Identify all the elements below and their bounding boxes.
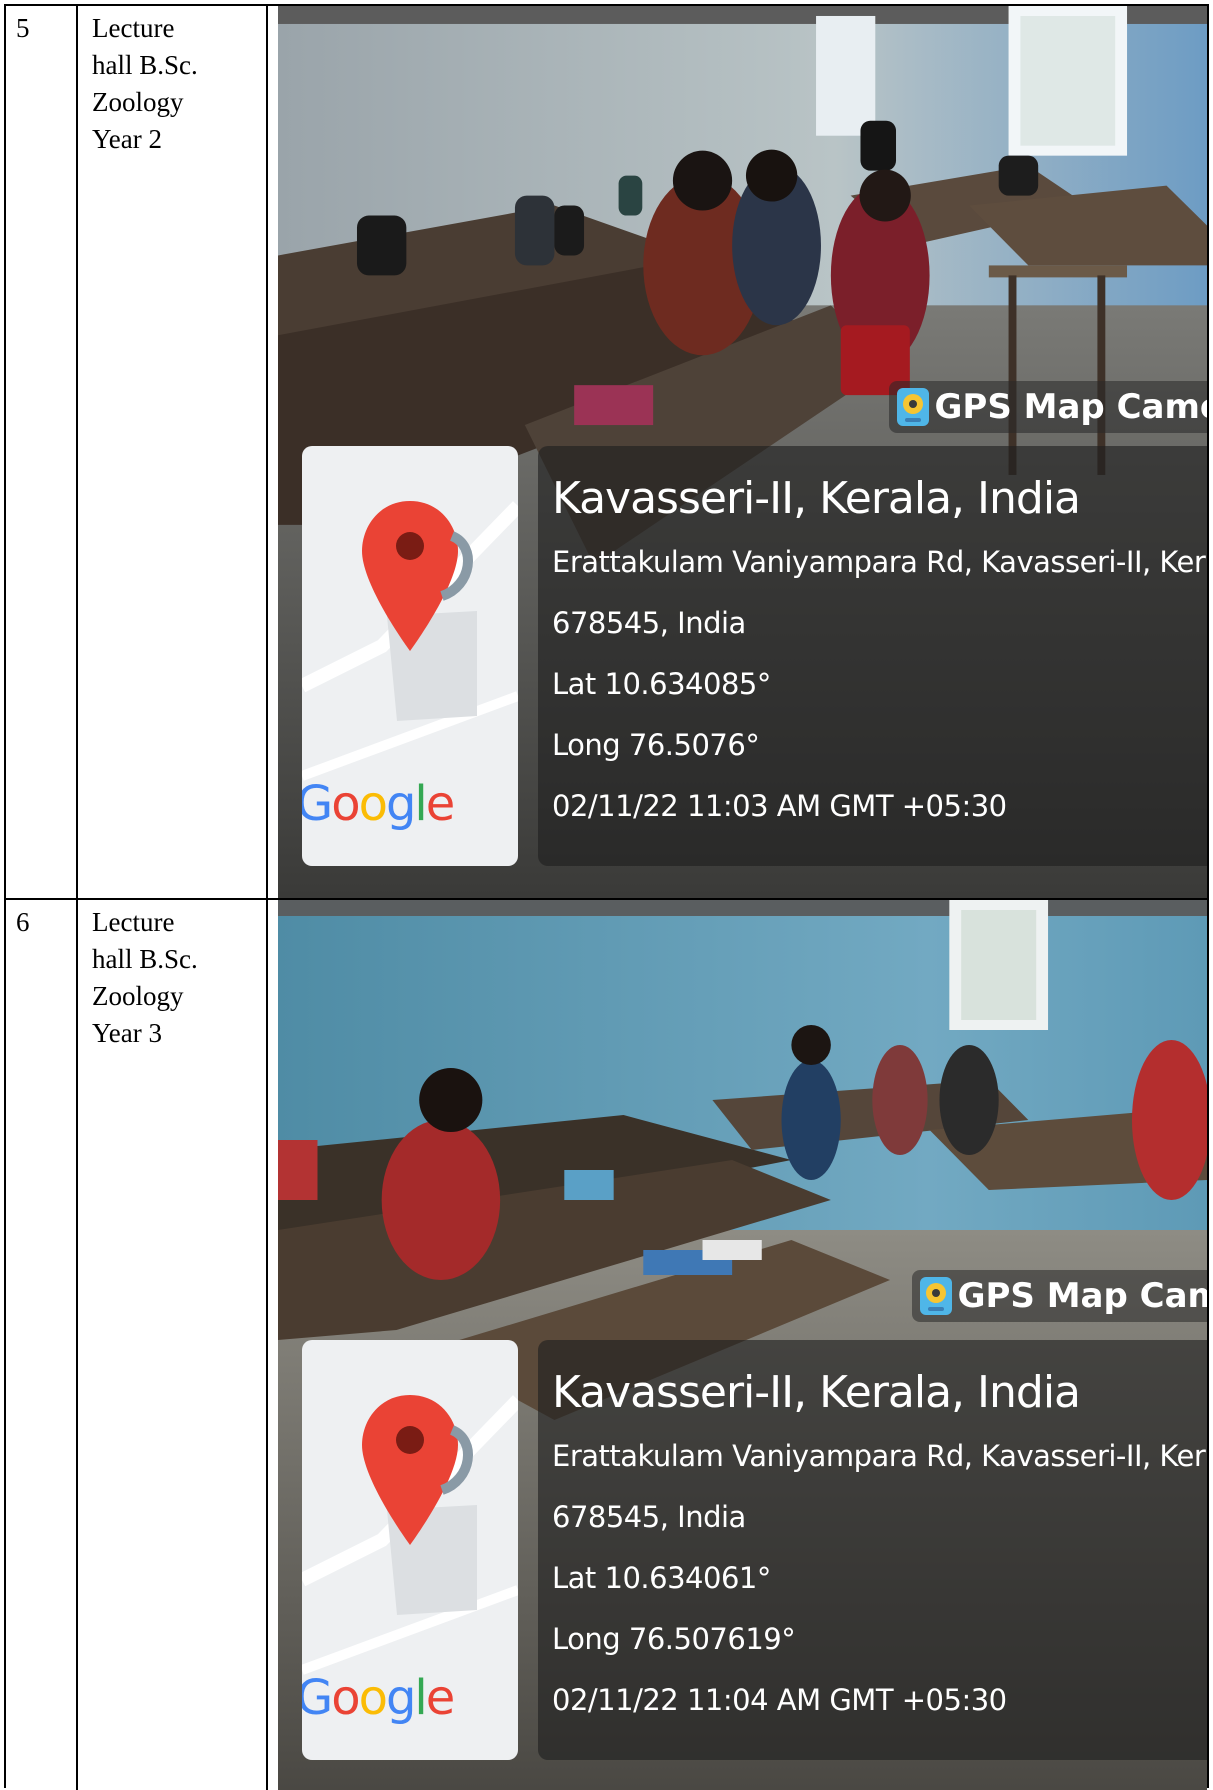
classroom-photo: GPS Map Came Google Kavasseri-II, Kerala… <box>278 6 1207 898</box>
google-logo: Google <box>302 1670 455 1726</box>
table-row: 6 Lecture hall B.Sc. Zoology Year 3 GPS … <box>6 900 1207 1790</box>
description-line: Year 2 <box>92 124 163 154</box>
latitude: Lat 10.634085° <box>552 667 771 701</box>
longitude: Long 76.5076° <box>552 728 760 762</box>
gps-map-camera-icon <box>919 1277 952 1315</box>
row-number: 5 <box>6 6 78 898</box>
address-line: 678545, India <box>552 1500 746 1534</box>
location-title: Kavasseri-II, Kerala, India <box>552 1367 1081 1418</box>
room-description: Lecture hall B.Sc. Zoology Year 3 <box>78 900 268 1790</box>
photo-cell: GPS Map Came Google Kavasseri-II, Kerala… <box>268 6 1207 898</box>
map-thumbnail: Google <box>302 446 518 866</box>
gps-badge-label: GPS Map Cam <box>957 1276 1207 1316</box>
description-line: hall B.Sc. <box>92 944 198 974</box>
description-line: Zoology <box>92 87 184 117</box>
location-info-panel: Kavasseri-II, Kerala, India Erattakulam … <box>538 446 1207 866</box>
gps-map-camera-badge: GPS Map Came <box>888 381 1208 433</box>
address-line: Erattakulam Vaniyampara Rd, Kavasseri-II… <box>552 1439 1207 1473</box>
description-line: Zoology <box>92 981 184 1011</box>
timestamp: 02/11/22 11:04 AM GMT +05:30 <box>552 1683 1007 1717</box>
table-row: 5 Lecture hall B.Sc. Zoology Year 2 GPS … <box>6 6 1207 900</box>
photo-cell: GPS Map Cam Google Kavasseri-II, Kerala,… <box>268 900 1207 1790</box>
geotag-overlay: Google Kavasseri-II, Kerala, India Eratt… <box>302 446 1207 866</box>
address-line: 678545, India <box>552 606 746 640</box>
timestamp: 02/11/22 11:03 AM GMT +05:30 <box>552 789 1007 823</box>
description-line: Year 3 <box>92 1018 163 1048</box>
map-thumbnail: Google <box>302 1340 518 1760</box>
description-line: Lecture <box>92 907 175 937</box>
geotag-overlay: Google Kavasseri-II, Kerala, India Eratt… <box>302 1340 1207 1760</box>
gps-map-camera-icon <box>896 388 929 426</box>
row-number: 6 <box>6 900 78 1790</box>
location-title: Kavasseri-II, Kerala, India <box>552 473 1081 524</box>
description-line: Lecture <box>92 13 175 43</box>
google-logo: Google <box>302 776 455 832</box>
latitude: Lat 10.634061° <box>552 1561 771 1595</box>
longitude: Long 76.507619° <box>552 1622 796 1656</box>
location-info-panel: Kavasseri-II, Kerala, India Erattakulam … <box>538 1340 1207 1760</box>
address-line: Erattakulam Vaniyampara Rd, Kavasseri-II… <box>552 545 1207 579</box>
gps-map-camera-badge: GPS Map Cam <box>911 1270 1207 1322</box>
classroom-photo: GPS Map Cam Google Kavasseri-II, Kerala,… <box>278 900 1207 1790</box>
description-line: hall B.Sc. <box>92 50 198 80</box>
gps-badge-label: GPS Map Came <box>934 387 1208 427</box>
document-table: 5 Lecture hall B.Sc. Zoology Year 2 GPS … <box>4 4 1209 1790</box>
room-description: Lecture hall B.Sc. Zoology Year 2 <box>78 6 268 898</box>
